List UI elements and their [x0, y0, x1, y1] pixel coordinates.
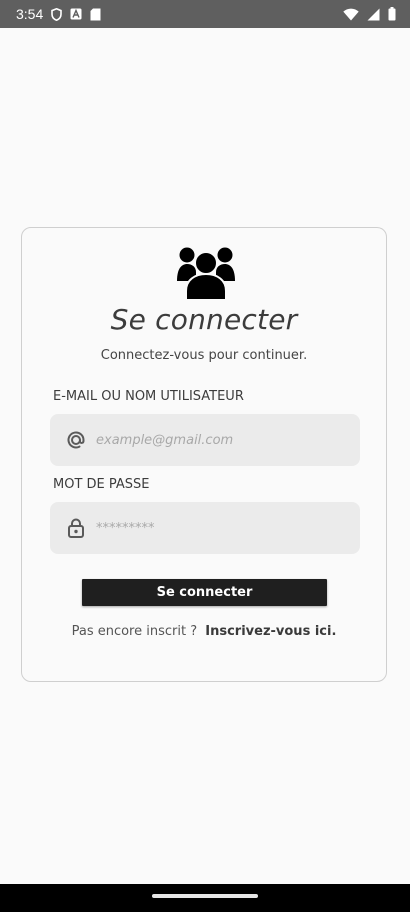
page-title: Se connecter: [110, 303, 298, 336]
signal-icon: [367, 8, 380, 21]
lock-icon: [64, 516, 88, 540]
email-input[interactable]: [96, 414, 346, 466]
battery-icon: [388, 7, 396, 21]
page-subtitle: Connectez-vous pour continuer.: [100, 348, 308, 363]
signup-row: Pas encore inscrit ? Inscrivez-vous ici.: [22, 624, 386, 639]
email-field[interactable]: [50, 414, 360, 466]
email-label: E-MAIL OU NOM UTILISATEUR: [53, 389, 244, 404]
login-card: Se connecter Connectez-vous pour continu…: [21, 227, 387, 682]
status-time: 3:54: [16, 6, 44, 22]
shield-icon: [51, 7, 63, 21]
home-gesture-handle[interactable]: [152, 894, 258, 898]
status-left: 3:54: [16, 6, 101, 22]
status-right: [343, 7, 396, 21]
password-label: MOT DE PASSE: [53, 477, 150, 492]
signup-prompt: Pas encore inscrit ?: [71, 624, 198, 639]
navigation-bar: [0, 884, 410, 912]
at-sign-icon: [64, 428, 88, 452]
login-button[interactable]: Se connecter: [82, 579, 327, 606]
signup-link[interactable]: Inscrivez-vous ici.: [205, 624, 336, 639]
status-bar: 3:54: [0, 0, 410, 28]
password-field[interactable]: [50, 502, 360, 554]
wifi-icon: [343, 8, 359, 21]
a-badge-icon: [70, 8, 82, 20]
users-group-icon: [177, 246, 235, 301]
sd-card-icon: [90, 8, 101, 21]
password-input[interactable]: [96, 502, 346, 554]
